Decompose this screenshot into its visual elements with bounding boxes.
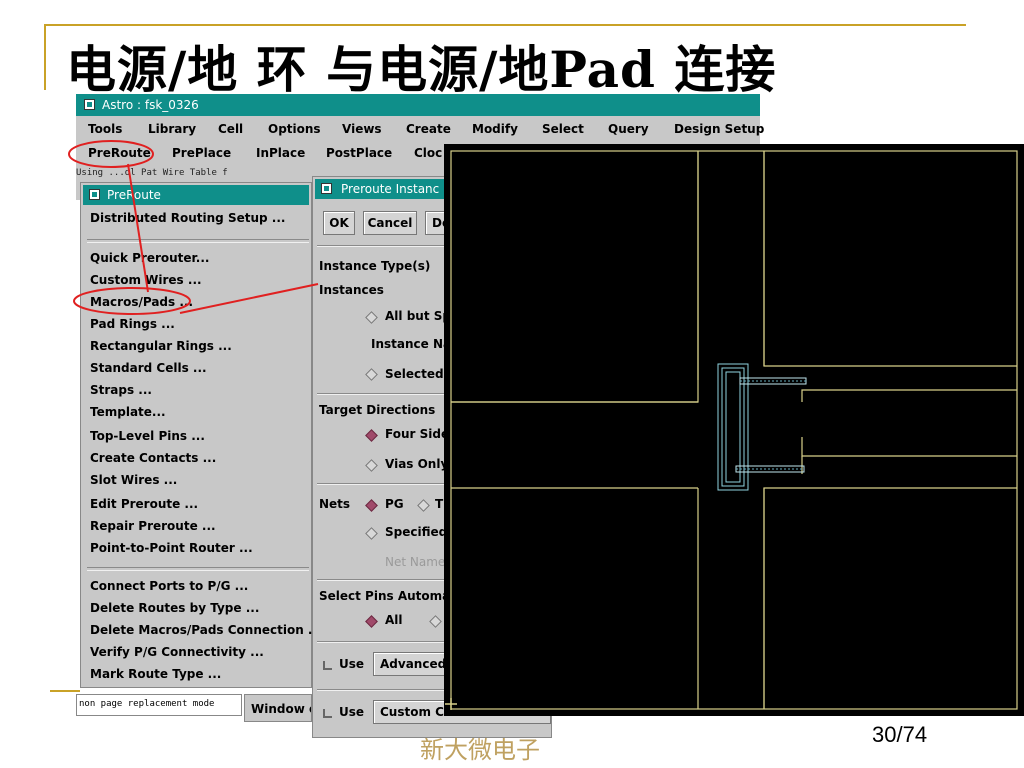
menu-item-pad-rings[interactable]: Pad Rings ... (90, 317, 175, 331)
status-bar: non page replacement mode (76, 694, 242, 716)
ring-line (451, 151, 699, 403)
menu-separator (87, 567, 309, 571)
cancel-button[interactable]: Cancel (363, 211, 417, 235)
ring-line (763, 151, 1017, 367)
menu-item-verify-pg-connectivity[interactable]: Verify P/G Connectivity ... (90, 645, 264, 659)
menu-create[interactable]: Create (406, 122, 451, 136)
radio-unselected-icon[interactable] (365, 368, 378, 381)
dialog-title: Preroute Instanc (341, 182, 440, 196)
radio-unselected-icon[interactable] (365, 459, 378, 472)
astro-titlebar[interactable]: Astro : fsk_0326 (76, 94, 760, 116)
menu-item-quick-prerouter[interactable]: Quick Prerouter... (90, 251, 209, 265)
pg-option[interactable]: PG (385, 497, 404, 511)
radio-selected-icon[interactable] (365, 429, 378, 442)
menu-item-delete-routes-by-type[interactable]: Delete Routes by Type ... (90, 601, 259, 615)
origin-marker-icon (445, 698, 457, 710)
menu-item-create-contacts[interactable]: Create Contacts ... (90, 451, 216, 465)
specified-option[interactable]: Specified (385, 525, 447, 539)
ok-button[interactable]: OK (323, 211, 355, 235)
instances-label: Instances (319, 283, 384, 297)
menu-item-custom-wires[interactable]: Custom Wires ... (90, 273, 202, 287)
menu-tools[interactable]: Tools (88, 122, 122, 136)
macro-block (717, 363, 807, 491)
menu-library[interactable]: Library (148, 122, 196, 136)
radio-selected-icon[interactable] (365, 615, 378, 628)
slide-accent-line-vertical (44, 24, 46, 90)
radio-unselected-icon[interactable] (429, 615, 442, 628)
four-sides-option[interactable]: Four Side (385, 427, 449, 441)
layout-boundary (450, 150, 1018, 710)
preroute-menu-title: PreRoute (107, 188, 161, 202)
slide-footer-accent (50, 690, 80, 692)
menu-select[interactable]: Select (542, 122, 584, 136)
menu-item-delete-macros-pads-connection[interactable]: Delete Macros/Pads Connection ... (90, 623, 322, 637)
ring-line (801, 389, 1017, 402)
radio-unselected-icon[interactable] (417, 499, 430, 512)
menu-query[interactable]: Query (608, 122, 649, 136)
menu-item-top-level-pins[interactable]: Top-Level Pins ... (90, 429, 205, 443)
menu-item-repair-preroute[interactable]: Repair Preroute ... (90, 519, 216, 533)
radio-unselected-icon[interactable] (365, 311, 378, 324)
menu-item-rectangular-rings[interactable]: Rectangular Rings ... (90, 339, 232, 353)
target-directions-label: Target Directions (319, 403, 436, 417)
menu-postplace[interactable]: PostPlace (326, 146, 392, 160)
menu-preroute[interactable]: PreRoute (88, 146, 151, 160)
ring-line (763, 487, 1017, 709)
all-but-option[interactable]: All but Sp (385, 309, 451, 323)
window-icon[interactable] (321, 183, 332, 194)
layout-canvas[interactable] (444, 144, 1024, 716)
astro-menubar: Tools Library Cell Options Views Create … (76, 118, 764, 142)
checkbox-icon[interactable] (323, 661, 332, 670)
menu-item-edit-preroute[interactable]: Edit Preroute ... (90, 497, 198, 511)
menu-separator (87, 239, 309, 243)
menu-item-slot-wires[interactable]: Slot Wires ... (90, 473, 177, 487)
preroute-menu-titlebar[interactable]: PreRoute (83, 185, 309, 205)
use-custom-label: Use (339, 705, 365, 719)
instance-name-label: Instance Na (371, 337, 452, 351)
menu-item-mark-route-type[interactable]: Mark Route Type ... (90, 667, 221, 681)
layout-view[interactable] (444, 144, 1024, 716)
nets-label: Nets (319, 497, 351, 511)
all-option[interactable]: All (385, 613, 403, 627)
window-tab[interactable]: Window o (244, 694, 312, 722)
menu-options[interactable]: Options (268, 122, 321, 136)
menu-item-standard-cells[interactable]: Standard Cells ... (90, 361, 207, 375)
page-number: 30/74 (872, 722, 928, 747)
use-advanced-label: Use (339, 657, 365, 671)
slide-title: 电源/地 环 与电源/地Pad 连接 (66, 40, 777, 99)
vias-only-option[interactable]: Vias Only (385, 457, 448, 471)
astro-title: Astro : fsk_0326 (102, 98, 199, 112)
menu-preplace[interactable]: PrePlace (172, 146, 231, 160)
menu-item-distributed-routing-setup[interactable]: Distributed Routing Setup ... (90, 211, 285, 225)
pg-ring-lines (450, 150, 1018, 710)
preroute-menu: PreRoute Distributed Routing Setup ... Q… (80, 182, 322, 688)
menu-inplace[interactable]: InPlace (256, 146, 305, 160)
menu-item-point-to-point-router[interactable]: Point-to-Point Router ... (90, 541, 253, 555)
window-icon[interactable] (84, 99, 95, 110)
menu-modify[interactable]: Modify (472, 122, 518, 136)
menu-clock[interactable]: Cloc (414, 146, 442, 160)
menu-item-connect-ports-to-pg[interactable]: Connect Ports to P/G ... (90, 579, 248, 593)
menu-item-template[interactable]: Template... (90, 405, 166, 419)
instance-types-label: Instance Type(s) (319, 259, 431, 273)
radio-unselected-icon[interactable] (365, 527, 378, 540)
radio-selected-icon[interactable] (365, 499, 378, 512)
ring-line (801, 437, 1017, 457)
checkbox-icon[interactable] (323, 709, 332, 718)
select-pins-label: Select Pins Automat (319, 589, 456, 603)
menu-cell[interactable]: Cell (218, 122, 243, 136)
menu-item-straps[interactable]: Straps ... (90, 383, 152, 397)
t-option[interactable]: T (435, 497, 443, 511)
window-icon[interactable] (89, 189, 100, 200)
menu-views[interactable]: Views (342, 122, 382, 136)
menu-design-setup[interactable]: Design Setup (674, 122, 764, 136)
menu-item-macros-pads[interactable]: Macros/Pads ... (90, 295, 193, 309)
slide-accent-line (44, 24, 966, 26)
selected-option[interactable]: Selected (385, 367, 444, 381)
